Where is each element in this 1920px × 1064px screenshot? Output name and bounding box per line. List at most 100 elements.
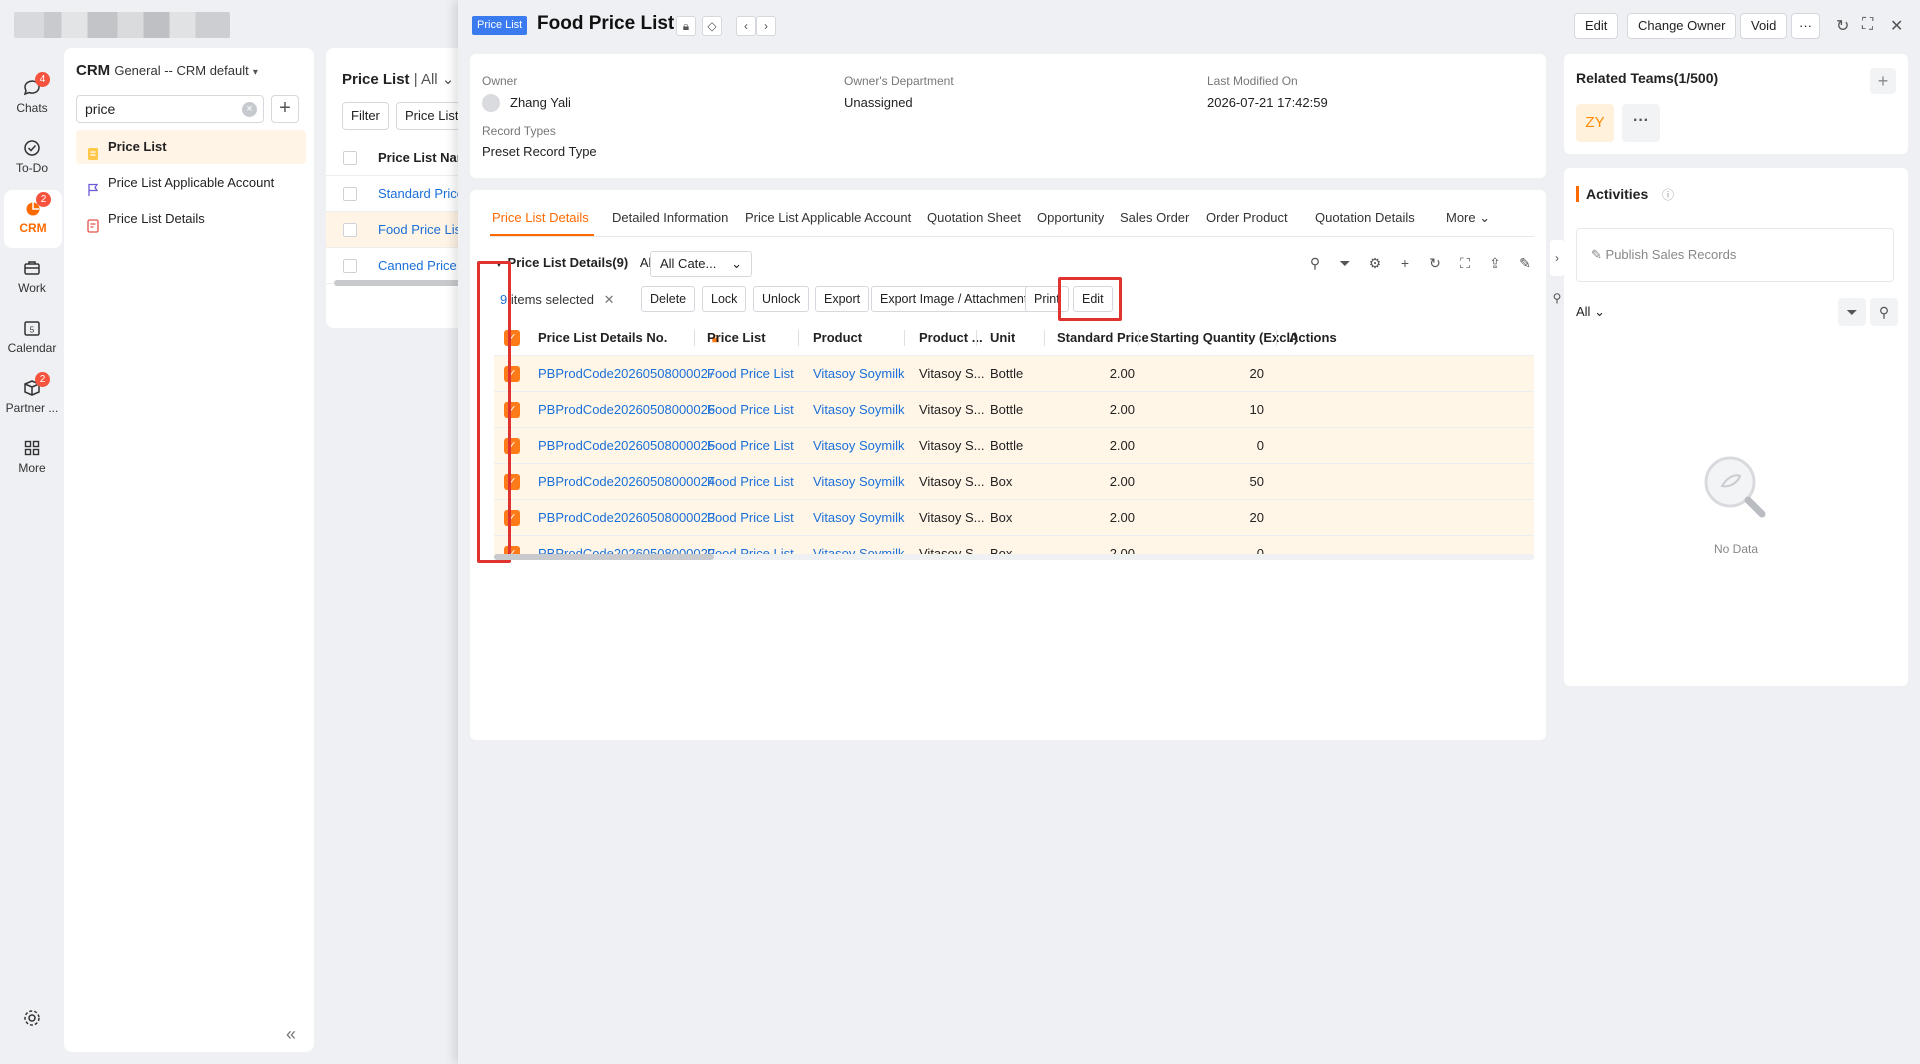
product-link[interactable]: Vitasoy Soymilk xyxy=(813,402,905,417)
column-divider[interactable] xyxy=(694,330,695,346)
product-link[interactable]: Vitasoy Soymilk xyxy=(813,474,905,489)
tab-sales-order[interactable]: Sales Order xyxy=(1120,210,1189,225)
filter-button[interactable]: Filter xyxy=(342,102,389,130)
price-list-link[interactable]: Food Price List xyxy=(378,222,465,237)
price-list-row[interactable]: Standard Price List xyxy=(326,176,466,212)
settings-icon[interactable]: ⚙ xyxy=(1366,255,1384,273)
nav-item-work[interactable]: Work xyxy=(0,250,64,308)
tab-price-list-details[interactable]: Price List Details xyxy=(492,210,589,225)
close-icon[interactable]: ✕ xyxy=(1890,16,1903,36)
unlock-button[interactable]: Unlock xyxy=(753,286,810,312)
object-search-input[interactable]: price xyxy=(76,95,264,123)
owner-value[interactable]: Zhang Yali xyxy=(510,95,571,110)
change-owner-button[interactable]: Change Owner xyxy=(1627,13,1737,39)
crm-item-price-list[interactable]: Price List xyxy=(76,130,306,164)
column-header[interactable]: Price List Details No. xyxy=(538,320,667,356)
void-button[interactable]: Void xyxy=(1740,13,1788,39)
table-row[interactable]: ✓ PBProdCode20260508000023 Food Price List… xyxy=(494,500,1534,536)
nav-item-chats[interactable]: 4 Chats xyxy=(0,70,64,128)
table-row[interactable]: ✓ PBProdCode20260508000024 Food Price List… xyxy=(494,464,1534,500)
crm-header[interactable]: CRM General -- CRM default ▾ xyxy=(76,62,258,79)
table-row[interactable]: ✓ PBProdCode20260508000026 Food Price List… xyxy=(494,392,1534,428)
category-filter-select[interactable]: All Cate... ⌄ xyxy=(650,251,752,277)
team-member-avatar[interactable]: ZY xyxy=(1576,104,1614,142)
column-divider[interactable] xyxy=(1138,330,1139,346)
nav-item-partner[interactable]: 2 Partner ... xyxy=(0,370,64,428)
price-list-title[interactable]: Price List | All ⌄ xyxy=(342,70,454,88)
fullscreen-icon[interactable]: ⛶ xyxy=(1456,255,1474,273)
tab-quotation-sheet[interactable]: Quotation Sheet xyxy=(927,210,1021,225)
price-list-row[interactable]: Food Price List xyxy=(326,212,466,248)
edit-button[interactable]: Edit xyxy=(1574,13,1619,39)
fullscreen-icon[interactable]: ⛶ xyxy=(1862,16,1873,34)
details-no-link[interactable]: PBProdCode20260508000027 xyxy=(538,366,715,381)
price-list-link[interactable]: Food Price List xyxy=(707,510,794,525)
search-icon[interactable]: ⚲ xyxy=(1870,298,1898,326)
crm-item-price-list-applicable-account[interactable]: Price List Applicable Account xyxy=(76,166,306,200)
tab-quotation-details[interactable]: Quotation Details xyxy=(1315,210,1415,225)
column-header[interactable]: Product ... xyxy=(919,320,983,356)
column-divider[interactable] xyxy=(976,330,977,346)
view-selector-button[interactable]: Price List xyxy=(396,102,466,130)
export-images-button[interactable]: Export Image / Attachments xyxy=(871,286,1043,312)
tag-icon[interactable]: ◇ xyxy=(702,16,722,36)
nav-item-more[interactable]: More xyxy=(0,430,64,488)
product-link[interactable]: Vitasoy Soymilk xyxy=(813,438,905,453)
add-object-button[interactable]: + xyxy=(271,95,299,123)
nav-item-crm[interactable]: 2 CRM xyxy=(4,190,62,248)
tab-opportunity[interactable]: Opportunity xyxy=(1037,210,1104,225)
row-checkbox[interactable] xyxy=(343,187,357,201)
clear-selection-icon[interactable]: ✕ xyxy=(604,292,615,307)
publish-sales-records-input[interactable]: ✎ Publish Sales Records xyxy=(1576,228,1894,282)
column-divider[interactable] xyxy=(1276,330,1277,346)
details-no-link[interactable]: PBProdCode20260508000025 xyxy=(538,438,715,453)
refresh-icon[interactable]: ↻ xyxy=(1836,16,1849,36)
row-checkbox[interactable] xyxy=(343,259,357,273)
select-all-checkbox[interactable] xyxy=(343,151,357,165)
product-link[interactable]: Vitasoy Soymilk xyxy=(813,366,905,381)
column-header[interactable]: Standard Price xyxy=(1057,320,1149,356)
product-link[interactable]: Vitasoy Soymilk xyxy=(813,510,905,525)
price-list-link[interactable]: Standard Price List xyxy=(378,186,466,201)
details-no-link[interactable]: PBProdCode20260508000024 xyxy=(538,474,715,489)
tab-order-product[interactable]: Order Product xyxy=(1206,210,1288,225)
help-icon[interactable]: ⓘ xyxy=(1662,186,1674,203)
collapse-panel-icon[interactable]: « xyxy=(286,1024,296,1045)
details-no-link[interactable]: PBProdCode20260508000026 xyxy=(538,402,715,417)
tab-detailed-information[interactable]: Detailed Information xyxy=(612,210,728,225)
table-row[interactable]: ✓ PBProdCode20260508000022 Food Price List… xyxy=(494,536,1534,556)
column-divider[interactable] xyxy=(1044,330,1045,346)
column-header[interactable]: Product xyxy=(813,320,862,356)
export-icon[interactable]: ⇪ xyxy=(1486,255,1504,273)
refresh-icon[interactable]: ↻ xyxy=(1426,255,1444,273)
price-list-link[interactable]: Food Price List xyxy=(707,402,794,417)
lock-button[interactable]: Lock xyxy=(702,286,747,312)
tab-applicable-account[interactable]: Price List Applicable Account xyxy=(745,210,911,225)
next-record-icon[interactable]: › xyxy=(756,16,776,36)
column-header[interactable]: Unit xyxy=(990,320,1015,356)
table-horizontal-scrollbar[interactable] xyxy=(494,554,714,560)
nav-item-todo[interactable]: To-Do xyxy=(0,130,64,188)
price-list-link[interactable]: Food Price List xyxy=(707,366,794,381)
settings-gear-icon[interactable] xyxy=(22,1008,42,1028)
activity-filter-dropdown[interactable]: All ⌄ xyxy=(1576,304,1605,320)
column-divider[interactable] xyxy=(904,330,905,346)
clear-search-icon[interactable]: × xyxy=(242,102,257,117)
filter-icon[interactable]: ⏷ xyxy=(1336,255,1354,273)
crm-item-price-list-details[interactable]: Price List Details xyxy=(76,202,306,236)
add-icon[interactable]: + xyxy=(1396,255,1414,273)
price-list-row[interactable]: Canned Price List xyxy=(326,248,466,284)
filter-icon[interactable]: ⏷ xyxy=(1838,298,1866,326)
lock-icon[interactable]: 🔒︎ xyxy=(676,16,696,36)
search-icon[interactable]: ⚲ xyxy=(1306,255,1324,273)
prev-record-icon[interactable]: ‹ xyxy=(736,16,756,36)
section-title[interactable]: ▼ Price List Details(9) All ⌄ xyxy=(494,255,669,271)
price-list-link[interactable]: Food Price List xyxy=(707,438,794,453)
table-row[interactable]: ✓ PBProdCode20260508000025 Food Price List… xyxy=(494,428,1534,464)
pin-icon[interactable]: ⚲ xyxy=(1550,280,1564,316)
horizontal-scrollbar[interactable] xyxy=(334,280,464,286)
team-more-button[interactable]: ··· xyxy=(1622,104,1660,142)
export-button[interactable]: Export xyxy=(815,286,870,312)
nav-item-calendar[interactable]: 5 Calendar xyxy=(0,310,64,368)
column-divider[interactable] xyxy=(798,330,799,346)
